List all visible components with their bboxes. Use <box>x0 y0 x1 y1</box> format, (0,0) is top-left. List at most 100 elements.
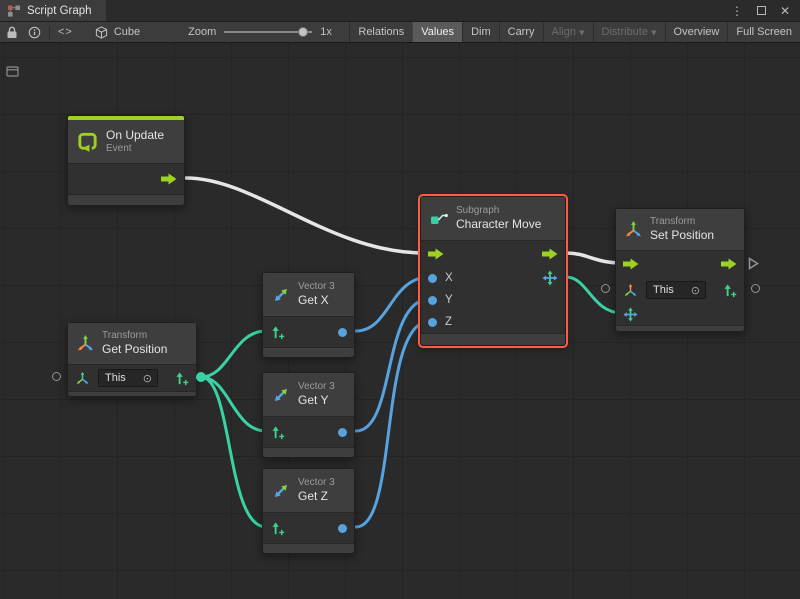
zoom-control: Zoom 1x <box>188 26 332 38</box>
node-on-update[interactable]: On Update Event <box>67 115 185 206</box>
node-category: Transform <box>102 330 167 343</box>
align-dropdown[interactable]: Align ▾ <box>543 22 593 42</box>
target-field[interactable]: This ⊙ <box>646 281 706 299</box>
value-output-port-icon[interactable] <box>174 371 189 386</box>
distribute-dropdown[interactable]: Distribute ▾ <box>593 22 665 42</box>
vector3-input-port-icon[interactable] <box>270 325 285 340</box>
node-title: Get Position <box>102 342 167 357</box>
vector3-input-port-icon[interactable] <box>623 307 638 322</box>
vector3-output-port-icon[interactable] <box>542 270 558 286</box>
setposition-value-unconnected-port[interactable] <box>751 284 760 293</box>
graph-toolbar: <> Cube Zoom 1x Relations Values Dim Car… <box>0 22 800 43</box>
transform-port-icon[interactable] <box>623 283 638 298</box>
fullscreen-button[interactable]: Full Screen <box>727 22 800 42</box>
input-port-x[interactable] <box>428 274 437 283</box>
target-object-label[interactable]: Cube <box>114 26 140 38</box>
value-output-port[interactable] <box>338 524 347 533</box>
value-output-port-icon[interactable] <box>722 283 737 298</box>
wire-gety-to-charactermove-y[interactable] <box>356 299 430 431</box>
cube-icon <box>95 26 108 39</box>
info-icon[interactable] <box>28 26 41 39</box>
node-header[interactable]: Vector 3 Get Y <box>263 373 354 417</box>
wire-getx-to-charactermove-x[interactable] <box>356 277 430 331</box>
node-footer <box>421 333 565 345</box>
object-picker-icon[interactable]: ⊙ <box>143 372 152 385</box>
node-get-z[interactable]: Vector 3 Get Z <box>262 468 355 554</box>
node-title: Get Z <box>298 489 335 504</box>
wire-getposition-to-getz[interactable] <box>201 377 266 527</box>
graph-inspector-icon[interactable] <box>6 65 19 83</box>
edit-graph-icon[interactable]: <> <box>58 26 73 38</box>
node-header[interactable]: Vector 3 Get Z <box>263 469 354 513</box>
node-category: Vector 3 <box>298 477 335 490</box>
close-icon[interactable]: ✕ <box>780 5 790 17</box>
node-footer <box>263 447 354 457</box>
vector3-icon <box>271 385 291 405</box>
vector3-input-port-icon[interactable] <box>270 425 285 440</box>
maximize-icon[interactable] <box>757 6 766 15</box>
vector3-input-port-icon[interactable] <box>270 521 285 536</box>
flow-output-port[interactable] <box>542 248 558 260</box>
zoom-slider[interactable] <box>224 26 312 38</box>
relations-button[interactable]: Relations <box>349 22 412 42</box>
script-graph-icon <box>7 4 21 18</box>
chevron-down-icon: ▾ <box>651 26 657 39</box>
subgraph-icon <box>429 209 449 229</box>
transform-port-icon[interactable] <box>75 371 90 386</box>
node-footer <box>263 543 354 553</box>
zoom-label: Zoom <box>188 26 216 38</box>
node-set-position[interactable]: Transform Set Position <box>615 208 745 332</box>
node-title: Get Y <box>298 393 335 408</box>
port-label-y: Y <box>445 294 453 306</box>
node-footer <box>68 194 184 205</box>
flow-output-port[interactable] <box>721 258 737 270</box>
node-get-x[interactable]: Vector 3 Get X <box>262 272 355 358</box>
node-header[interactable]: Transform Set Position <box>616 209 744 251</box>
wire-getposition-to-getx[interactable] <box>201 331 266 377</box>
getposition-this-unconnected-port[interactable] <box>52 372 61 381</box>
carry-button[interactable]: Carry <box>499 22 543 42</box>
vector3-icon <box>271 285 291 305</box>
toolbar-buttons: Relations Values Dim Carry Align ▾ Distr… <box>349 22 800 42</box>
chevron-down-icon: ▾ <box>579 26 585 39</box>
window-menu-icon[interactable]: ⋮ <box>731 5 743 17</box>
flow-input-port[interactable] <box>428 248 444 260</box>
node-get-y[interactable]: Vector 3 Get Y <box>262 372 355 458</box>
lock-icon[interactable] <box>6 26 18 39</box>
input-port-z[interactable] <box>428 318 437 327</box>
values-button[interactable]: Values <box>412 22 462 42</box>
getposition-value-output-port[interactable] <box>196 372 206 382</box>
value-output-port[interactable] <box>338 428 347 437</box>
flow-input-port[interactable] <box>623 258 639 270</box>
value-output-port[interactable] <box>338 328 347 337</box>
node-category: Vector 3 <box>298 281 335 294</box>
object-picker-icon[interactable]: ⊙ <box>691 284 700 297</box>
tab-script-graph[interactable]: Script Graph <box>0 0 106 21</box>
node-header[interactable]: Vector 3 Get X <box>263 273 354 317</box>
node-footer <box>263 347 354 357</box>
graph-canvas[interactable]: On Update Event Subgraph <box>0 43 800 599</box>
dim-button[interactable]: Dim <box>462 22 499 42</box>
setposition-flow-out-unconnected-port[interactable] <box>748 257 759 275</box>
node-get-position[interactable]: Transform Get Position This ⊙ <box>67 322 197 397</box>
title-bar: Script Graph ⋮ ✕ <box>0 0 800 22</box>
tab-title: Script Graph <box>27 5 92 17</box>
node-header[interactable]: Transform Get Position <box>68 323 196 365</box>
port-label-z: Z <box>445 316 452 328</box>
zoom-slider-knob[interactable] <box>298 27 308 37</box>
flow-output-port[interactable] <box>161 173 177 185</box>
node-header[interactable]: On Update Event <box>68 120 184 164</box>
node-title: Set Position <box>650 228 714 243</box>
wire-flow-charactermove-to-setposition[interactable] <box>566 253 622 263</box>
node-title: On Update <box>106 128 164 143</box>
node-character-move[interactable]: Subgraph Character Move X <box>420 196 566 346</box>
setposition-this-unconnected-port[interactable] <box>601 284 610 293</box>
toolbar-separator <box>49 26 50 39</box>
wire-flow-onupdate-to-charactermove[interactable] <box>186 178 424 253</box>
input-port-y[interactable] <box>428 296 437 305</box>
target-field[interactable]: This ⊙ <box>98 369 158 387</box>
on-update-loop-icon <box>76 130 99 153</box>
overview-button[interactable]: Overview <box>665 22 728 42</box>
wire-charactermove-to-setposition-value[interactable] <box>566 277 622 313</box>
node-header[interactable]: Subgraph Character Move <box>421 197 565 241</box>
